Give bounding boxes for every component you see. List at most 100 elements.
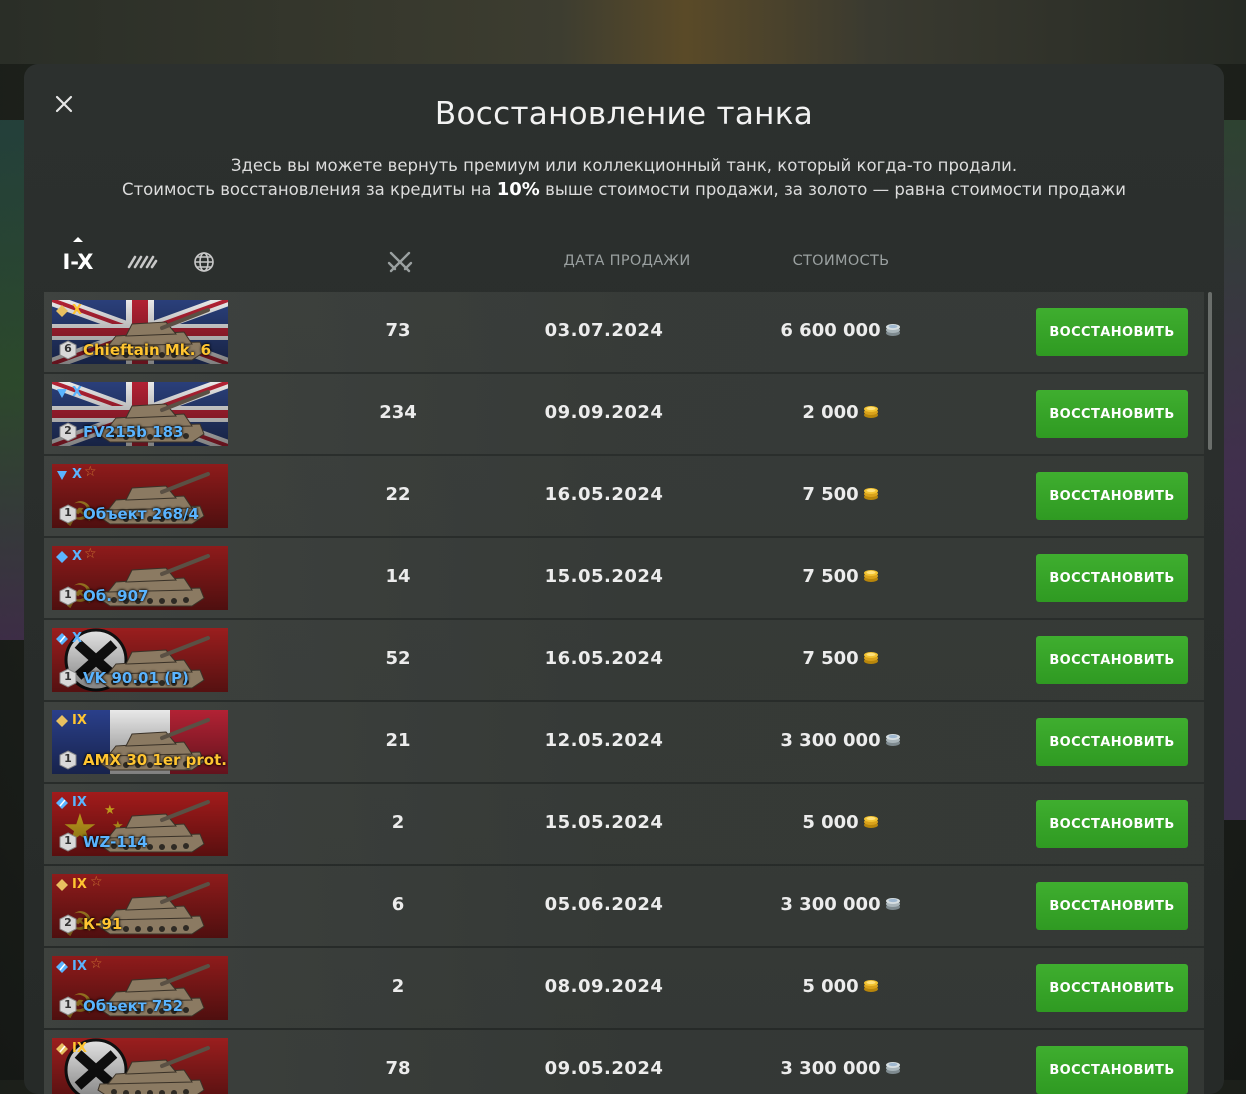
restore-button[interactable]: ВОССТАНОВИТЬ	[1036, 390, 1188, 438]
restore-button[interactable]: ВОССТАНОВИТЬ	[1036, 308, 1188, 356]
restore-button[interactable]: ВОССТАНОВИТЬ	[1036, 718, 1188, 766]
mastery-badge-icon: 1	[58, 832, 78, 852]
restore-button[interactable]: ВОССТАНОВИТЬ	[1036, 554, 1188, 602]
restore-cost: 7 500	[744, 484, 938, 505]
mastery-level: 1	[64, 670, 72, 683]
tank-thumbnail: X 2 FV215b 183	[52, 382, 228, 446]
silver-coin-icon	[885, 898, 900, 910]
cost-value: 6 600 000	[780, 320, 881, 341]
sale-date: 15.05.2024	[544, 566, 664, 587]
star-icon: ☆	[90, 956, 103, 972]
tier-label: IX	[72, 795, 87, 810]
table-row[interactable]: ☭ X ☆ 1 Об. 907 14 15.05.2024 7 500 ВОСС	[44, 538, 1204, 618]
tank-thumbnail: ☭ X ☆ 1 Объект 268/4	[52, 464, 228, 528]
tier-label: X	[72, 303, 83, 318]
tank-name: AMX 30 1er prot.	[83, 751, 227, 769]
subtitle-text: выше стоимости продажи, за золото — равн…	[539, 180, 1126, 199]
restore-cost: 3 300 000	[744, 1058, 938, 1079]
star-icon: ☆	[84, 546, 97, 562]
mastery-level: 1	[64, 998, 72, 1011]
restore-tank-dialog: Восстановление танка Здесь вы можете вер…	[24, 64, 1224, 1094]
table-row[interactable]: ★★★ IX 1 WZ-114 2 15.05.2024 5 000 ВОСС	[44, 784, 1204, 864]
restore-button[interactable]: ВОССТАНОВИТЬ	[1036, 800, 1188, 848]
battles-count: 22	[385, 484, 411, 505]
battles-count: 14	[385, 566, 411, 587]
table-header: I-X ДАТА ПРОДАЖИ СТОИМОСТЬ	[44, 237, 1204, 285]
heavy-tank-icon	[56, 633, 68, 645]
table-row[interactable]: ☭ IX ☆ 2 К-91 6 05.06.2024 3 300 000 ВОС	[44, 866, 1204, 946]
tier-label: IX	[72, 713, 87, 728]
sale-date: 15.05.2024	[544, 812, 664, 833]
restore-button[interactable]: ВОССТАНОВИТЬ	[1036, 472, 1188, 520]
restore-cost: 3 300 000	[744, 730, 938, 751]
table-row[interactable]: X 2 FV215b 183 234 09.09.2024 2 000 ВОСС…	[44, 374, 1204, 454]
table-row[interactable]: IX 78 09.05.2024 3 300 000 ВОССТАНОВИТЬ	[44, 1030, 1204, 1094]
cost-value: 3 300 000	[780, 730, 881, 751]
restore-button[interactable]: ВОССТАНОВИТЬ	[1036, 636, 1188, 684]
restore-button[interactable]: ВОССТАНОВИТЬ	[1036, 964, 1188, 1012]
nation-filter[interactable]	[186, 239, 222, 285]
star-icon: ☆	[84, 464, 97, 480]
sale-date: 03.07.2024	[544, 320, 664, 341]
subtitle-percent: 10%	[496, 179, 540, 200]
dialog-title: Восстановление танка	[434, 96, 814, 132]
battles-count: 21	[385, 730, 411, 751]
restore-cost: 2 000	[744, 402, 938, 423]
restore-cost: 3 300 000	[744, 894, 938, 915]
tank-name: VK 90.01 (P)	[83, 669, 189, 687]
battles-count: 234	[379, 402, 417, 423]
sale-date: 12.05.2024	[544, 730, 664, 751]
tier-label: X	[72, 549, 83, 564]
table-row[interactable]: X 1 VK 90.01 (P) 52 16.05.2024 7 500 ВОС…	[44, 620, 1204, 700]
mastery-level: 2	[64, 424, 72, 437]
gold-coin-icon	[863, 980, 878, 992]
battles-column-icon[interactable]	[386, 249, 414, 275]
gold-coin-icon	[863, 406, 878, 418]
table-row[interactable]: ☭ X ☆ 1 Объект 268/4 22 16.05.2024 7 500	[44, 456, 1204, 536]
restore-button[interactable]: ВОССТАНОВИТЬ	[1036, 1046, 1188, 1094]
sale-date-column[interactable]: ДАТА ПРОДАЖИ	[522, 253, 732, 269]
cost-value: 3 300 000	[780, 1058, 881, 1079]
table-row[interactable]: X 6 Chieftain Mk. 6 73 03.07.2024 6 600 …	[44, 292, 1204, 372]
cost-column[interactable]: СТОИМОСТЬ	[776, 253, 906, 269]
gold-coin-icon	[863, 652, 878, 664]
tier-label: X	[72, 631, 83, 646]
mastery-badge-icon: 1	[58, 586, 78, 606]
restore-cost: 7 500	[744, 566, 938, 587]
medium-tank-icon	[56, 715, 68, 727]
subtitle-line-2: Стоимость восстановления за кредиты на 1…	[24, 178, 1224, 202]
cost-value: 5 000	[802, 976, 859, 997]
medium-tank-icon	[56, 551, 68, 563]
tank-destroyer-icon	[57, 471, 67, 480]
tank-thumbnail: ☭ IX ☆ 2 К-91	[52, 874, 228, 938]
sale-date: 05.06.2024	[544, 894, 664, 915]
tank-list: X 6 Chieftain Mk. 6 73 03.07.2024 6 600 …	[44, 292, 1204, 1094]
cost-value: 7 500	[802, 484, 859, 505]
mastery-badge-icon: 6	[58, 340, 78, 360]
battles-count: 2	[391, 976, 405, 997]
battles-count: 73	[385, 320, 411, 341]
gold-coin-icon	[863, 488, 878, 500]
restore-button[interactable]: ВОССТАНОВИТЬ	[1036, 882, 1188, 930]
restore-cost: 7 500	[744, 648, 938, 669]
restore-cost: 6 600 000	[744, 320, 938, 341]
table-row[interactable]: ☭ IX ☆ 1 Объект 752 2 08.09.2024 5 000 В	[44, 948, 1204, 1028]
cost-value: 7 500	[802, 566, 859, 587]
battles-count: 2	[391, 812, 405, 833]
restore-cost: 5 000	[744, 812, 938, 833]
mastery-badge-icon: 1	[58, 668, 78, 688]
tank-thumbnail: ★★★ IX 1 WZ-114	[52, 792, 228, 856]
battles-count: 6	[391, 894, 405, 915]
tank-type-filter[interactable]	[124, 239, 160, 285]
tank-name: Chieftain Mk. 6	[83, 341, 212, 359]
medium-tank-icon	[56, 305, 68, 317]
table-row[interactable]: IX 1 AMX 30 1er prot. 21 12.05.2024 3 30…	[44, 702, 1204, 782]
tank-name: Объект 752	[83, 997, 184, 1015]
tier-sort-filter[interactable]: I-X	[60, 237, 96, 285]
tank-image	[97, 1046, 210, 1094]
tank-name: WZ-114	[83, 833, 148, 851]
tier-filter-label: I-X	[62, 250, 94, 274]
background-top	[0, 0, 1246, 64]
star-icon: ☆	[90, 874, 103, 890]
scrollbar[interactable]	[1208, 292, 1212, 450]
